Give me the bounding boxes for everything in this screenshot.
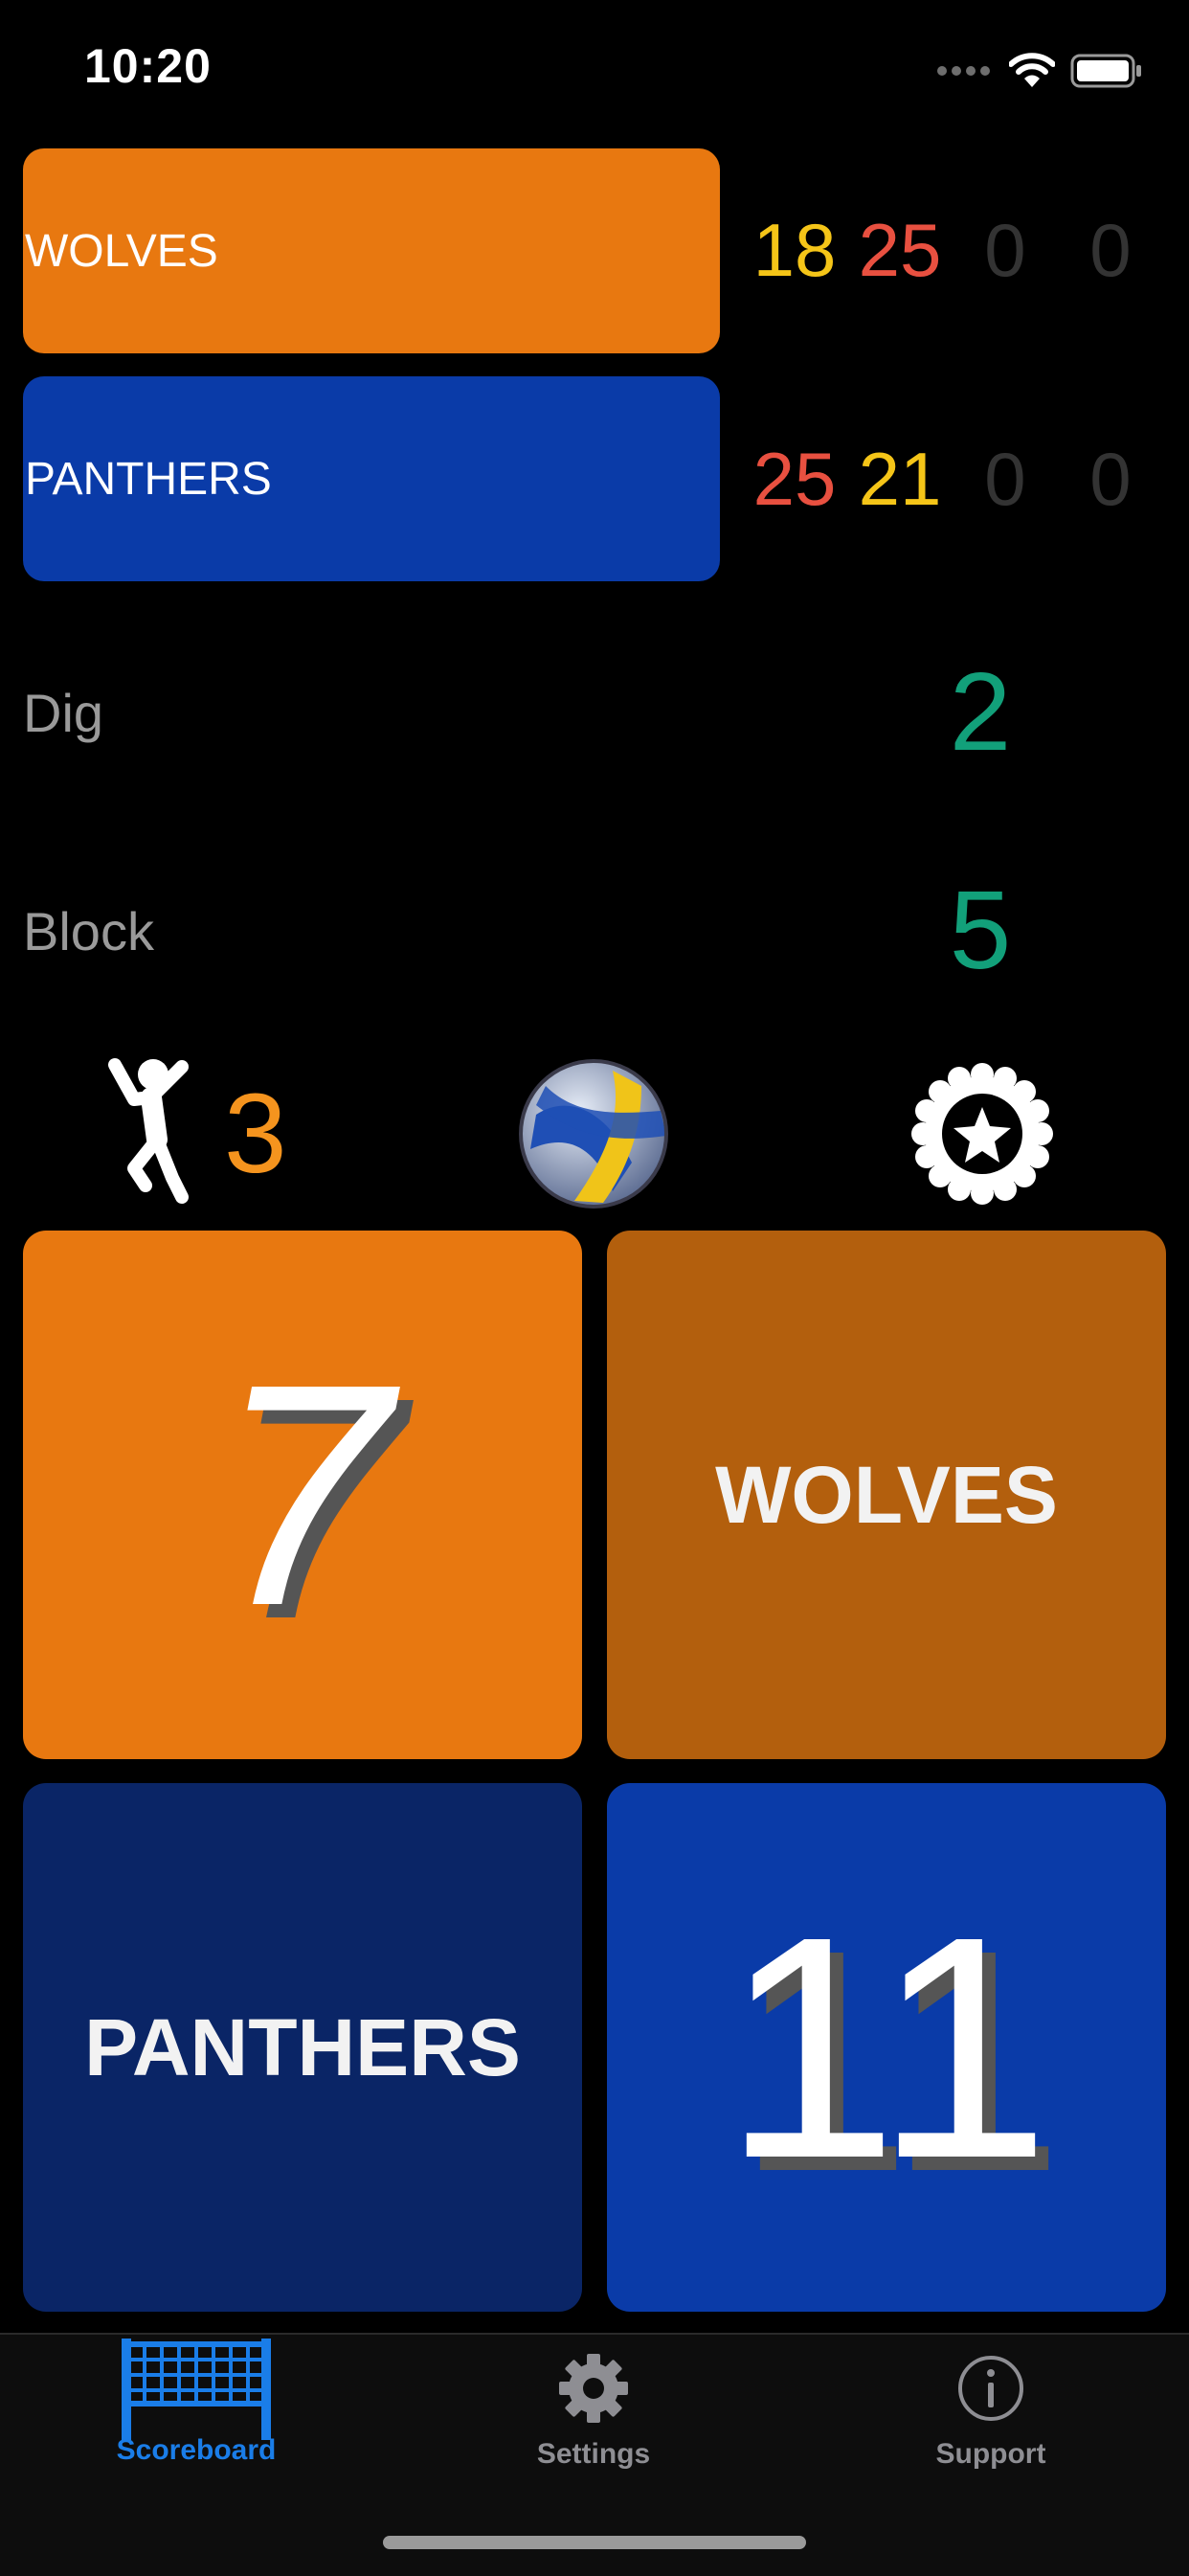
volleyball-net-icon: [122, 2339, 271, 2440]
panthers-set-scores: 25 21 0 0: [742, 436, 1163, 523]
volleyball-icon: [519, 1059, 668, 1209]
tab-scoreboard-label: Scoreboard: [116, 2434, 277, 2466]
stat-block-label: Block: [23, 901, 154, 961]
award-button[interactable]: [906, 1057, 1059, 1210]
player-spike-icon: [108, 1058, 189, 1204]
tab-settings-label: Settings: [536, 2438, 651, 2470]
panthers-set-4: 0: [1089, 437, 1132, 521]
battery-icon: [1070, 54, 1141, 88]
team-panthers-bar[interactable]: PANTHERS: [23, 376, 720, 581]
wolves-score: 7: [214, 1318, 391, 1671]
wolves-set-4: 0: [1089, 208, 1132, 292]
player-count: 3: [224, 1071, 287, 1197]
panthers-score-tile[interactable]: 11: [607, 1783, 1166, 2312]
wolves-set-1: 18: [752, 208, 837, 292]
home-indicator[interactable]: [383, 2536, 806, 2549]
wolves-set-3: 0: [984, 208, 1026, 292]
team-wolves-name: WOLVES: [25, 225, 218, 277]
team-panthers-name: PANTHERS: [25, 453, 272, 505]
wolves-label-tile[interactable]: WOLVES: [607, 1231, 1166, 1759]
status-time: 10:20: [84, 39, 212, 93]
panthers-score: 11: [722, 1870, 1051, 2224]
status-icons: [936, 50, 1143, 92]
tab-scoreboard[interactable]: Scoreboard: [72, 2337, 321, 2467]
wolves-set-scores: 18 25 0 0: [742, 207, 1163, 294]
gear-icon: [559, 2354, 628, 2423]
wolves-tile-label: WOLVES: [715, 1449, 1058, 1540]
tab-settings[interactable]: Settings: [469, 2352, 718, 2471]
cellular-icon: [937, 66, 990, 76]
panthers-set-2: 21: [858, 437, 942, 521]
wifi-icon: [1009, 53, 1055, 87]
stat-block-value[interactable]: 5: [904, 866, 1057, 994]
panthers-tile-label: PANTHERS: [84, 2001, 521, 2092]
wolves-set-2: 25: [858, 208, 942, 292]
panthers-set-1: 25: [752, 437, 837, 521]
player-spike-button[interactable]: [96, 1053, 211, 1207]
tab-support[interactable]: Support: [866, 2352, 1115, 2471]
info-icon: [958, 2356, 1023, 2421]
stat-dig-label: Dig: [23, 683, 104, 743]
volleyball-button[interactable]: [517, 1057, 670, 1210]
star-badge-icon: [911, 1063, 1053, 1205]
stat-dig-value[interactable]: 2: [904, 647, 1057, 776]
tab-support-label: Support: [935, 2438, 1046, 2470]
panthers-label-tile[interactable]: PANTHERS: [23, 1783, 582, 2312]
wolves-score-tile[interactable]: 7: [23, 1231, 582, 1759]
team-wolves-bar[interactable]: WOLVES: [23, 148, 720, 353]
panthers-set-3: 0: [984, 437, 1026, 521]
